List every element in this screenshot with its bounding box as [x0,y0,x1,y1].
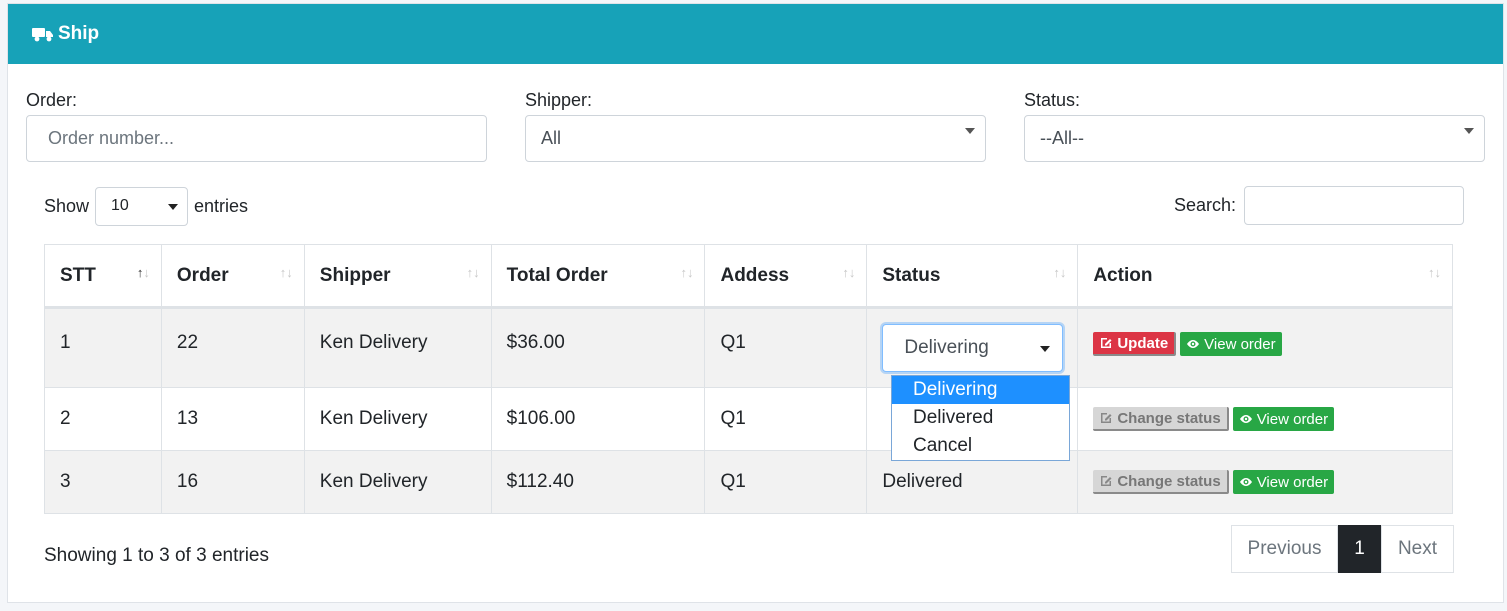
cell-total: $112.40 [490,450,706,514]
change-status-button[interactable]: Change status [1093,407,1229,431]
sort-icon: ↑↓ [680,265,694,280]
row-status-value: Delivering [904,337,989,358]
cell-order: 13 [160,387,305,451]
eye-icon [1239,415,1252,423]
search-label: Search: [1173,195,1236,215]
entries-length-select[interactable]: 10 [95,186,189,226]
entries-label: entries [194,195,249,216]
cell-stt: 3 [44,450,162,514]
column-header-shipper[interactable]: Shipper ↑↓ [303,244,492,309]
sort-icon: ↑↓ [842,265,856,280]
cell-action: Change status View order [1077,387,1453,451]
view-order-button[interactable]: View order [1232,407,1335,431]
entries-length-control: Show 10 entries [44,186,248,226]
chevron-down-icon [965,128,975,134]
eye-icon [1239,478,1252,486]
column-header-order[interactable]: Order ↑↓ [160,244,305,309]
update-button[interactable]: Update [1093,332,1177,356]
row-status-select[interactable]: Delivering [882,324,1064,372]
cell-total: $106.00 [490,387,706,451]
cell-action: Update View order [1077,307,1453,388]
column-header-action[interactable]: Action ↑↓ [1077,244,1453,309]
cell-address: Q1 [704,387,868,451]
sort-icon: ↑↓ [466,265,480,280]
chevron-down-icon [1040,346,1051,352]
next-page-button[interactable]: Next [1381,525,1454,573]
cell-stt: 1 [44,307,162,388]
status-filter-label: Status: [1024,90,1081,110]
view-order-button[interactable]: View order [1232,470,1335,494]
eye-icon [1187,340,1200,348]
column-header-total-order[interactable]: Total Order ↑↓ [490,244,706,309]
cell-shipper: Ken Delivery [303,387,492,451]
edit-icon [1101,413,1112,423]
status-filter-select[interactable]: --All-- [1024,115,1485,162]
order-filter-label: Order: [26,90,78,110]
header-title: Ship [58,23,100,44]
edit-icon [1101,476,1112,486]
shipper-select-value: All [541,128,562,148]
table-search: Search: [1174,186,1464,225]
search-input[interactable] [1244,186,1464,225]
cell-shipper: Ken Delivery [303,450,492,514]
cell-order: 16 [160,450,305,514]
table-row: 3 16 Ken Delivery $112.40 Q1 Delivered C… [44,450,1453,514]
table-header-row: STT ↑↓ Order ↑↓ Shipper ↑↓ Total Order ↑↓ Ad… [44,244,1453,309]
edit-icon [1101,338,1112,348]
sort-icon: ↑↓ [1053,265,1067,280]
status-option-cancel[interactable]: Cancel [892,432,1069,460]
page-1-button[interactable]: 1 [1338,525,1381,573]
status-dropdown-list: Delivering Delivered Cancel [891,375,1070,461]
cell-shipper: Ken Delivery [303,307,492,388]
order-number-placeholder: Order number... [48,128,175,148]
entries-length-value: 10 [111,197,129,214]
table-row: 2 13 Ken Delivery $106.00 Q1 Change stat… [44,387,1453,451]
show-label: Show [44,195,90,216]
change-status-button[interactable]: Change status [1093,470,1229,494]
column-header-status[interactable]: Status ↑↓ [866,244,1079,309]
shipper-filter-label: Shipper: [525,90,593,110]
cell-action: Change status View order [1077,450,1453,514]
pagination: Previous 1 Next [1231,525,1454,573]
sort-icon: ↑↓ [1428,265,1441,280]
status-option-delivered[interactable]: Delivered [892,404,1069,432]
card-header: Ship [8,4,1503,64]
sort-icon: ↑↓ [136,265,150,280]
table-row: 1 22 Ken Delivery $36.00 Q1 Delivering U… [44,307,1453,388]
status-option-delivering[interactable]: Delivering [892,376,1069,404]
column-header-stt[interactable]: STT ↑↓ [44,244,162,309]
ship-table: STT ↑↓ Order ↑↓ Shipper ↑↓ Total Order ↑↓ Ad… [44,244,1453,514]
cell-address: Q1 [704,450,868,514]
cell-total: $36.00 [490,307,706,388]
view-order-button[interactable]: View order [1180,332,1282,356]
cell-order: 22 [160,307,305,388]
truck-icon [32,26,54,42]
chevron-down-icon [1464,128,1474,134]
previous-page-button[interactable]: Previous [1231,525,1338,573]
cell-address: Q1 [704,307,868,388]
column-header-address[interactable]: Addess ↑↓ [704,244,868,309]
table-info: Showing 1 to 3 of 3 entries [44,545,269,566]
cell-stt: 2 [44,387,162,451]
status-filter-value: --All-- [1040,128,1084,148]
order-number-input[interactable]: Order number... [26,115,487,162]
chevron-down-icon [168,203,179,210]
shipper-select[interactable]: All [525,115,986,162]
sort-icon: ↑↓ [279,265,293,280]
